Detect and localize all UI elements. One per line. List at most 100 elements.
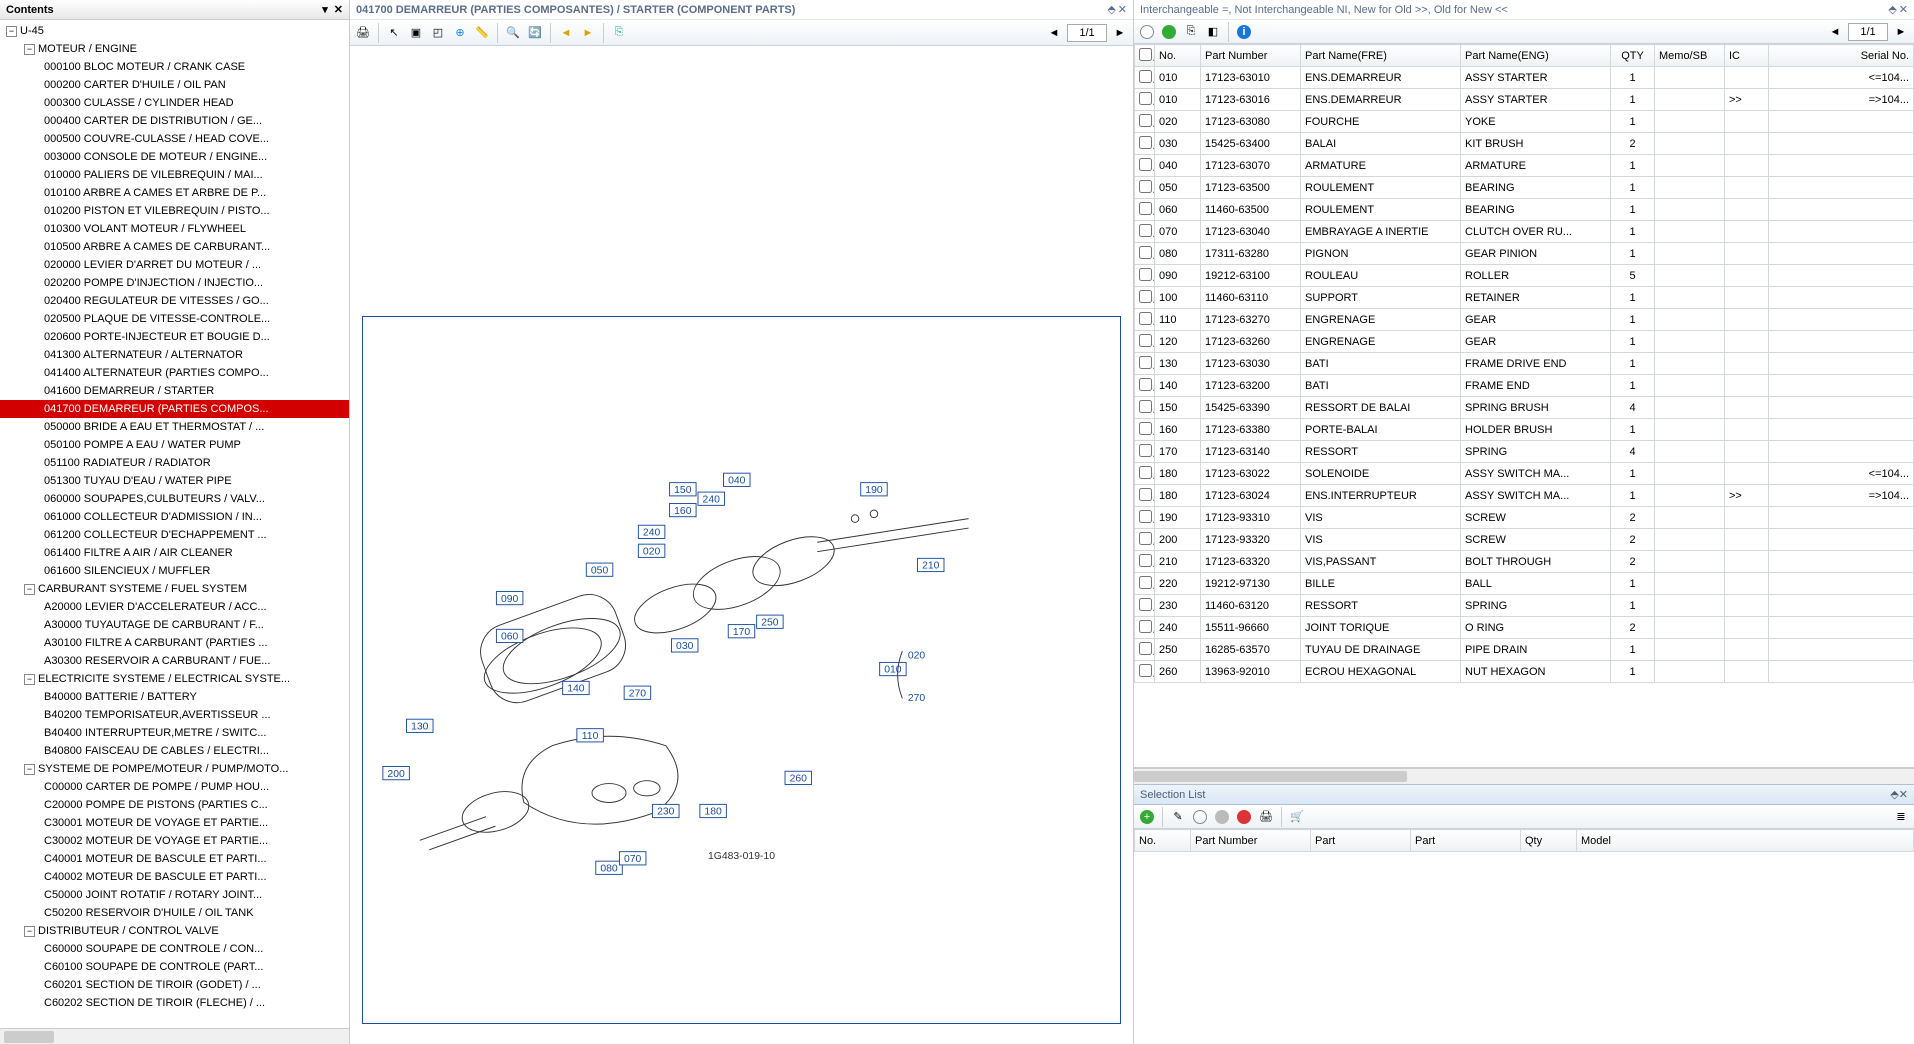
tree-item[interactable]: 020400 REGULATEUR DE VITESSES / GO...	[0, 292, 349, 310]
collapse-icon[interactable]: −	[24, 674, 35, 685]
callout-160[interactable]: 160	[670, 503, 696, 516]
tree-item[interactable]: 010200 PISTON ET VILEBREQUIN / PISTO...	[0, 202, 349, 220]
tree-item[interactable]: C40001 MOTEUR DE BASCULE ET PARTI...	[0, 850, 349, 868]
table-row[interactable]: 14017123-63200BATIFRAME END1	[1135, 375, 1914, 397]
col-eng[interactable]: Part Name(ENG)	[1461, 45, 1611, 67]
table-row[interactable]: 01017123-63016ENS.DEMARREURASSY STARTER1…	[1135, 89, 1914, 111]
row-check[interactable]	[1139, 114, 1152, 127]
tree-item[interactable]: C00000 CARTER DE POMPE / PUMP HOU...	[0, 778, 349, 796]
callout-140[interactable]: 140	[563, 681, 589, 694]
tree-item[interactable]: C30001 MOTEUR DE VOYAGE ET PARTIE...	[0, 814, 349, 832]
tree-item[interactable]: 010500 ARBRE A CAMES DE CARBURANT...	[0, 238, 349, 256]
row-check[interactable]	[1139, 246, 1152, 259]
tree-item[interactable]: C60000 SOUPAPE DE CONTROLE / CON...	[0, 940, 349, 958]
table-row[interactable]: 11017123-63270ENGRENAGEGEAR1	[1135, 309, 1914, 331]
tree-item[interactable]: 061000 COLLECTEUR D'ADMISSION / IN...	[0, 508, 349, 526]
callout-240[interactable]: 240	[698, 492, 724, 505]
tree-group[interactable]: −SYSTEME DE POMPE/MOTEUR / PUMP/MOTO...	[0, 760, 349, 778]
table-row[interactable]: 10011460-63110SUPPORTRETAINER1	[1135, 287, 1914, 309]
parts-confirm-icon[interactable]	[1160, 23, 1178, 41]
table-row[interactable]: 08017311-63280PIGNONGEAR PINION1	[1135, 243, 1914, 265]
tree-item[interactable]: 061200 COLLECTEUR D'ECHAPPEMENT ...	[0, 526, 349, 544]
table-row[interactable]: 24015511-96660JOINT TORIQUEO RING2	[1135, 617, 1914, 639]
callout-150[interactable]: 150	[670, 483, 696, 496]
sel-remove-icon[interactable]	[1213, 808, 1231, 826]
table-row[interactable]: 12017123-63260ENGRENAGEGEAR1	[1135, 331, 1914, 353]
refresh-icon[interactable]: 🔄	[526, 24, 544, 42]
table-row[interactable]: 06011460-63500ROULEMENTBEARING1	[1135, 199, 1914, 221]
row-check[interactable]	[1139, 554, 1152, 567]
collapse-icon[interactable]: −	[6, 26, 17, 37]
tree-item[interactable]: C30002 MOTEUR DE VOYAGE ET PARTIE...	[0, 832, 349, 850]
collapse-icon[interactable]: −	[24, 926, 35, 937]
tree-item[interactable]: C20000 POMPE DE PISTONS (PARTIES C...	[0, 796, 349, 814]
contents-close-icon[interactable]: ✕	[334, 3, 343, 16]
tree-item[interactable]: B40800 FAISCEAU DE CABLES / ELECTRI...	[0, 742, 349, 760]
row-check[interactable]	[1139, 620, 1152, 633]
row-check[interactable]	[1139, 598, 1152, 611]
parts-page-prev-icon[interactable]: ◄	[1826, 23, 1844, 41]
col-no[interactable]: No.	[1155, 45, 1201, 67]
row-check[interactable]	[1139, 224, 1152, 237]
tree-item[interactable]: 051100 RADIATEUR / RADIATOR	[0, 454, 349, 472]
sel-ok-icon[interactable]	[1191, 808, 1209, 826]
tree-item[interactable]: 000200 CARTER D'HUILE / OIL PAN	[0, 76, 349, 94]
row-check[interactable]	[1139, 488, 1152, 501]
callout-230[interactable]: 230	[653, 804, 679, 817]
tree-item[interactable]: B40200 TEMPORISATEUR,AVERTISSEUR ...	[0, 706, 349, 724]
tree-item[interactable]: 020000 LEVIER D'ARRET DU MOTEUR / ...	[0, 256, 349, 274]
selection-close-icon[interactable]: ✕	[1899, 788, 1908, 801]
parts-close-icon[interactable]: ✕	[1899, 3, 1908, 16]
table-row[interactable]: 22019212-97130BILLEBALL1	[1135, 573, 1914, 595]
callout-050[interactable]: 050	[586, 563, 612, 576]
callout-170[interactable]: 170	[728, 625, 754, 638]
callout-110[interactable]: 110	[577, 729, 603, 742]
table-row[interactable]: 19017123-93310VISSCREW2	[1135, 507, 1914, 529]
table-row[interactable]: 18017123-63024ENS.INTERRUPTEURASSY SWITC…	[1135, 485, 1914, 507]
row-check[interactable]	[1139, 202, 1152, 215]
row-check[interactable]	[1139, 444, 1152, 457]
tree-item[interactable]: 020500 PLAQUE DE VITESSE-CONTROLE...	[0, 310, 349, 328]
tree-root[interactable]: −U-45	[0, 22, 349, 40]
tree-item[interactable]: C60100 SOUPAPE DE CONTROLE (PART...	[0, 958, 349, 976]
row-check[interactable]	[1139, 664, 1152, 677]
tree-item[interactable]: 051300 TUYAU D'EAU / WATER PIPE	[0, 472, 349, 490]
row-check[interactable]	[1139, 422, 1152, 435]
tree-item[interactable]: 041700 DEMARREUR (PARTIES COMPOS...	[0, 400, 349, 418]
page-input[interactable]	[1067, 24, 1107, 42]
parts-page-input[interactable]	[1848, 23, 1888, 41]
col-memo[interactable]: Memo/SB	[1655, 45, 1725, 67]
tree-item[interactable]: 041400 ALTERNATEUR (PARTIES COMPO...	[0, 364, 349, 382]
fwd-icon[interactable]: ►	[579, 24, 597, 42]
callout-130[interactable]: 130	[407, 719, 433, 732]
tree-item[interactable]: 010300 VOLANT MOTEUR / FLYWHEEL	[0, 220, 349, 238]
row-check[interactable]	[1139, 92, 1152, 105]
selection-pin-icon[interactable]: ⬘	[1890, 788, 1898, 801]
tree-group[interactable]: −MOTEUR / ENGINE	[0, 40, 349, 58]
selection-table-wrap[interactable]: No. Part Number Part Part Qty Model	[1134, 829, 1914, 1044]
callout-260[interactable]: 260	[785, 771, 811, 784]
export-icon[interactable]: ⎘	[610, 24, 628, 42]
col-fre[interactable]: Part Name(FRE)	[1301, 45, 1461, 67]
table-row[interactable]: 01017123-63010ENS.DEMARREURASSY STARTER1…	[1135, 67, 1914, 89]
zoom-in-icon[interactable]: ⊕	[451, 24, 469, 42]
row-check[interactable]	[1139, 158, 1152, 171]
back-icon[interactable]: ◄	[557, 24, 575, 42]
tree-item[interactable]: A20000 LEVIER D'ACCELERATEUR / ACC...	[0, 598, 349, 616]
row-check[interactable]	[1139, 532, 1152, 545]
diagram-close-icon[interactable]: ✕	[1118, 3, 1127, 16]
tree-item[interactable]: 000400 CARTER DE DISTRIBUTION / GE...	[0, 112, 349, 130]
table-row[interactable]: 09019212-63100ROULEAUROLLER5	[1135, 265, 1914, 287]
row-check[interactable]	[1139, 180, 1152, 193]
row-check[interactable]	[1139, 466, 1152, 479]
contents-hscrollbar[interactable]	[0, 1028, 349, 1044]
col-pn[interactable]: Part Number	[1201, 45, 1301, 67]
sel-col-model[interactable]: Model	[1577, 830, 1914, 852]
callout-210[interactable]: 210	[918, 558, 944, 571]
search-icon[interactable]: 🔍	[504, 24, 522, 42]
table-row[interactable]: 17017123-63140RESSORTSPRING4	[1135, 441, 1914, 463]
table-row[interactable]: 18017123-63022SOLENOIDEASSY SWITCH MA...…	[1135, 463, 1914, 485]
row-check[interactable]	[1139, 642, 1152, 655]
zoom-window-icon[interactable]: ◰	[429, 24, 447, 42]
callout-240[interactable]: 240	[638, 525, 664, 538]
